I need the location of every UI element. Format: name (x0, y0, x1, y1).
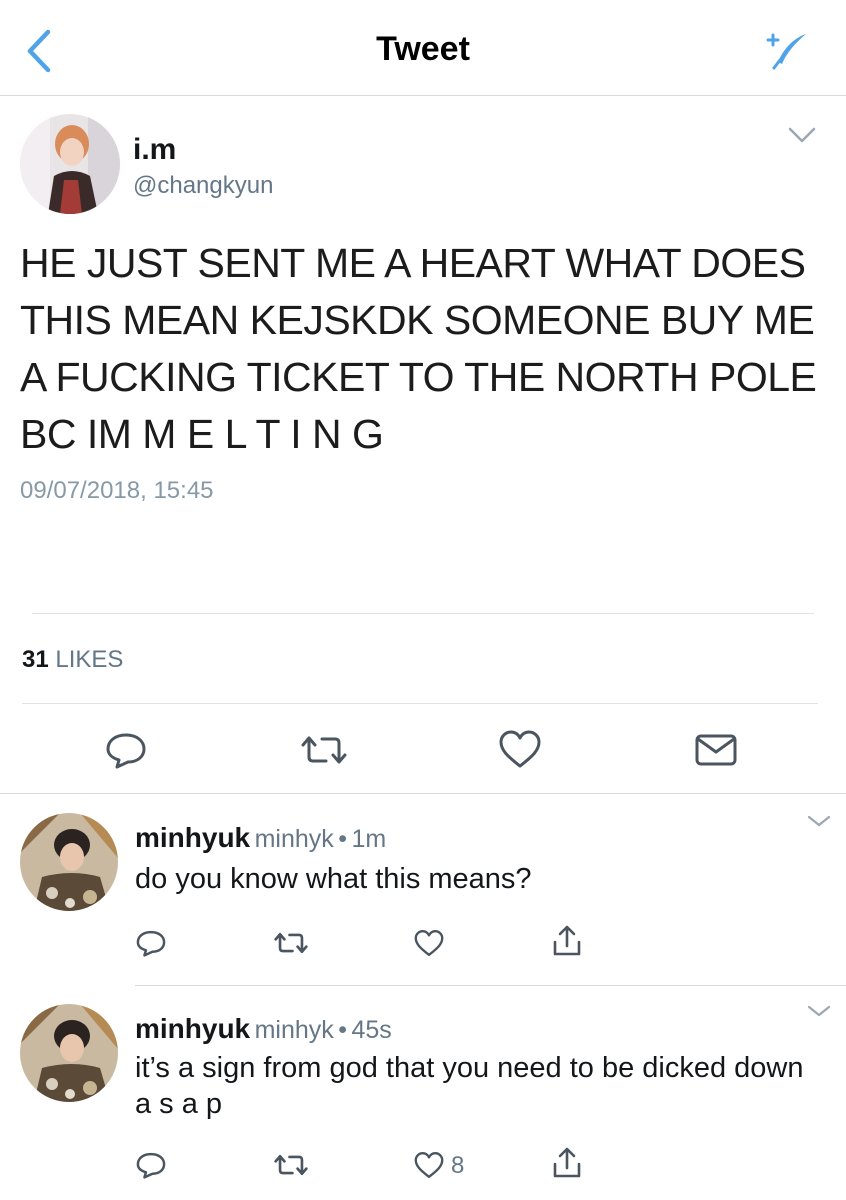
divider (135, 985, 846, 986)
meta-separator: • (338, 1016, 347, 1044)
avatar-photo (20, 114, 120, 214)
direct-message-icon[interactable] (694, 733, 738, 767)
author-handle[interactable]: @changkyun (133, 172, 273, 200)
author-name[interactable]: i.m (133, 133, 176, 167)
author-avatar[interactable] (20, 114, 120, 214)
chevron-down-icon[interactable] (806, 813, 832, 829)
reply-author-name[interactable]: minhyuk (135, 1013, 250, 1044)
reply-text: do you know what this means? (135, 863, 532, 895)
chevron-down-icon[interactable] (806, 1003, 832, 1019)
reply-time: 1m (351, 825, 387, 853)
compose-tweet-icon[interactable] (764, 30, 810, 70)
likes-summary[interactable]: 31 LIKES (22, 646, 123, 674)
reply-author-handle[interactable]: minhyk (255, 1016, 334, 1044)
like-heart-icon[interactable] (413, 928, 445, 958)
like-count: 8 (451, 1152, 465, 1179)
reply-author-name[interactable]: minhyuk (135, 822, 250, 853)
avatar-photo (20, 813, 118, 911)
like-heart-icon[interactable] (413, 1150, 445, 1180)
retweet-icon[interactable] (298, 733, 350, 767)
likes-count: 31 (22, 646, 49, 673)
retweet-icon[interactable] (272, 1152, 310, 1178)
reply-header: minhyuk minhyk • 1m (135, 822, 386, 854)
page-title: Tweet (376, 30, 470, 68)
tweet-timestamp: 09/07/2018, 15:45 (20, 477, 214, 504)
reply-header: minhyuk minhyk • 45s (135, 1013, 392, 1045)
reply-time: 45s (351, 1016, 392, 1044)
meta-separator: • (338, 825, 347, 853)
reply-avatar[interactable] (20, 813, 118, 911)
like-heart-icon[interactable] (497, 729, 543, 769)
reply-icon[interactable] (104, 730, 148, 770)
reply-text: it’s a sign from god that you need to be… (135, 1052, 804, 1120)
reply-icon[interactable] (135, 928, 167, 958)
reply-icon[interactable] (135, 1150, 167, 1180)
divider (0, 793, 846, 794)
share-icon[interactable] (551, 924, 583, 958)
likes-label: LIKES (55, 646, 124, 673)
avatar-photo (20, 1004, 118, 1102)
reply-author-handle[interactable]: minhyk (255, 825, 334, 853)
retweet-icon[interactable] (272, 930, 310, 956)
divider (22, 703, 818, 704)
tweet-text: HE JUST SENT ME A HEART WHAT DOES THIS M… (20, 240, 817, 457)
divider (32, 613, 814, 614)
share-icon[interactable] (551, 1146, 583, 1180)
chevron-down-icon[interactable] (786, 124, 818, 146)
reply-avatar[interactable] (20, 1004, 118, 1102)
